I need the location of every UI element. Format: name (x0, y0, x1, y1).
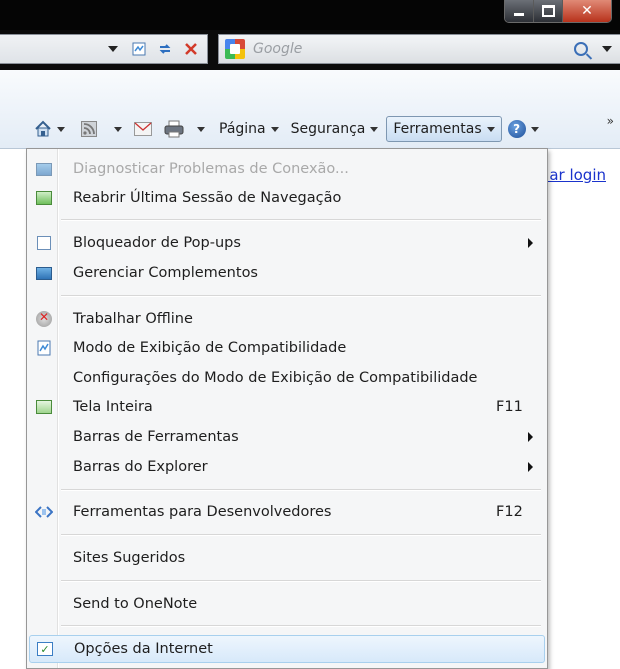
feeds-button[interactable] (77, 117, 126, 141)
address-dropdown-button[interactable] (103, 39, 123, 59)
compatibility-icon (35, 339, 53, 357)
menu-item-explorer-bars[interactable]: Barras do Explorer (29, 454, 545, 480)
menu-item-label: Sites Sugeridos (73, 550, 186, 566)
menu-item-popup-blocker[interactable]: Bloqueador de Pop-ups (29, 230, 545, 256)
mail-icon (134, 122, 152, 136)
menu-item-label: Configurações do Modo de Exibição de Com… (73, 370, 478, 386)
shortcut-label: F12 (496, 504, 523, 520)
menu-item-label: Send to OneNote (73, 596, 198, 612)
chevron-down-icon (530, 126, 539, 132)
menu-separator (61, 219, 541, 221)
login-link[interactable]: iar login (545, 166, 606, 184)
page-menu-label: Página (219, 121, 266, 137)
menu-separator (61, 489, 541, 491)
submenu-arrow-icon (528, 238, 533, 248)
minimize-button[interactable] (505, 0, 533, 22)
feeds-icon (81, 121, 97, 137)
address-bar[interactable] (0, 34, 208, 64)
menu-separator (61, 534, 541, 536)
tools-menu-button[interactable]: Ferramentas (386, 116, 502, 142)
menu-separator (61, 625, 541, 627)
page-menu-button[interactable]: Página (215, 117, 283, 141)
menu-item-internet-options[interactable]: ✓ Opções da Internet (29, 635, 545, 663)
developer-tools-icon (35, 503, 53, 521)
menu-item-work-offline[interactable]: Trabalhar Offline (29, 306, 545, 332)
shortcut-label: F11 (496, 399, 523, 415)
print-button[interactable] (160, 117, 209, 141)
read-mail-button[interactable] (130, 117, 156, 141)
diagnose-icon (35, 160, 53, 178)
menu-item-label: Bloqueador de Pop-ups (73, 235, 241, 251)
chevron-down-icon[interactable] (114, 126, 122, 132)
window-controls: ✕ (504, 0, 612, 23)
menu-item-reopen-session[interactable]: Reabrir Última Sessão de Navegação (29, 185, 545, 211)
minimize-icon (514, 12, 524, 16)
compatibility-icon (132, 42, 146, 56)
google-logo-icon (225, 39, 245, 59)
menu-item-label: Barras do Explorer (73, 459, 208, 475)
home-button[interactable] (30, 117, 69, 141)
close-icon: ✕ (581, 3, 593, 19)
menu-item-fullscreen[interactable]: Tela Inteira F11 (29, 394, 545, 420)
refresh-icon (159, 44, 171, 54)
menu-item-label: Ferramentas para Desenvolvedores (73, 504, 332, 520)
menu-item-compatibility-view[interactable]: Modo de Exibição de Compatibilidade (29, 335, 545, 361)
search-input[interactable]: Google (253, 41, 574, 57)
menu-item-manage-addons[interactable]: Gerenciar Complementos (29, 260, 545, 286)
tools-dropdown-menu: Diagnosticar Problemas de Conexão... Rea… (26, 148, 548, 669)
reopen-session-icon (35, 189, 53, 207)
search-icon[interactable] (574, 42, 588, 56)
maximize-icon (541, 5, 555, 17)
address-row: Google (0, 30, 620, 70)
addons-icon (35, 264, 53, 282)
help-icon: ? (507, 120, 526, 138)
fullscreen-icon (35, 398, 53, 416)
menu-separator (61, 295, 541, 297)
safety-menu-button[interactable]: Segurança (287, 117, 383, 141)
menu-item-send-to-onenote[interactable]: Send to OneNote (29, 591, 545, 617)
menu-item-label: Diagnosticar Problemas de Conexão... (73, 161, 349, 177)
menu-item-suggested-sites[interactable]: Sites Sugeridos (29, 545, 545, 571)
chevron-down-icon (270, 126, 279, 132)
chevron-down-icon (108, 46, 118, 52)
command-bar-group: Página Segurança Ferramentas ? (30, 116, 543, 142)
submenu-arrow-icon (528, 432, 533, 442)
offline-icon (35, 310, 53, 328)
home-icon (35, 120, 51, 137)
chevron-down-icon[interactable] (197, 126, 205, 132)
chevron-down-icon[interactable] (57, 126, 65, 132)
menu-item-label: Trabalhar Offline (73, 311, 193, 327)
internet-options-icon: ✓ (36, 640, 54, 658)
print-icon (164, 120, 184, 138)
menu-item-label: Barras de Ferramentas (73, 429, 239, 445)
menu-item-label: Tela Inteira (73, 399, 153, 415)
menu-item-label: Gerenciar Complementos (73, 265, 258, 281)
menu-item-compatibility-settings[interactable]: Configurações do Modo de Exibição de Com… (29, 365, 545, 391)
safety-menu-label: Segurança (290, 121, 366, 137)
tools-menu-label: Ferramentas (393, 121, 482, 137)
menu-item-toolbars[interactable]: Barras de Ferramentas (29, 424, 545, 450)
menu-separator (61, 580, 541, 582)
help-button[interactable]: ? (504, 117, 543, 141)
menu-item-label: Reabrir Última Sessão de Navegação (73, 190, 342, 206)
stop-button[interactable] (181, 39, 201, 59)
submenu-arrow-icon (528, 462, 533, 472)
search-box[interactable]: Google (218, 34, 620, 64)
command-bar: Página Segurança Ferramentas ? » (0, 70, 620, 149)
overflow-chevron-icon[interactable]: » (607, 114, 614, 128)
menu-item-diagnose-connection: Diagnosticar Problemas de Conexão... (29, 156, 545, 182)
menu-item-label: Modo de Exibição de Compatibilidade (73, 340, 347, 356)
menu-item-developer-tools[interactable]: Ferramentas para Desenvolvedores F12 (29, 499, 545, 525)
stop-icon (185, 43, 197, 55)
chevron-down-icon[interactable] (602, 46, 612, 52)
maximize-button[interactable] (533, 0, 562, 22)
refresh-button[interactable] (155, 39, 175, 59)
menu-item-label: Opções da Internet (74, 641, 213, 657)
compatibility-view-button[interactable] (129, 39, 149, 59)
chevron-down-icon (370, 126, 379, 132)
close-button[interactable]: ✕ (562, 0, 611, 22)
popup-blocker-icon (35, 234, 53, 252)
chevron-down-icon (486, 126, 495, 132)
window-titlebar: ✕ (0, 0, 620, 30)
